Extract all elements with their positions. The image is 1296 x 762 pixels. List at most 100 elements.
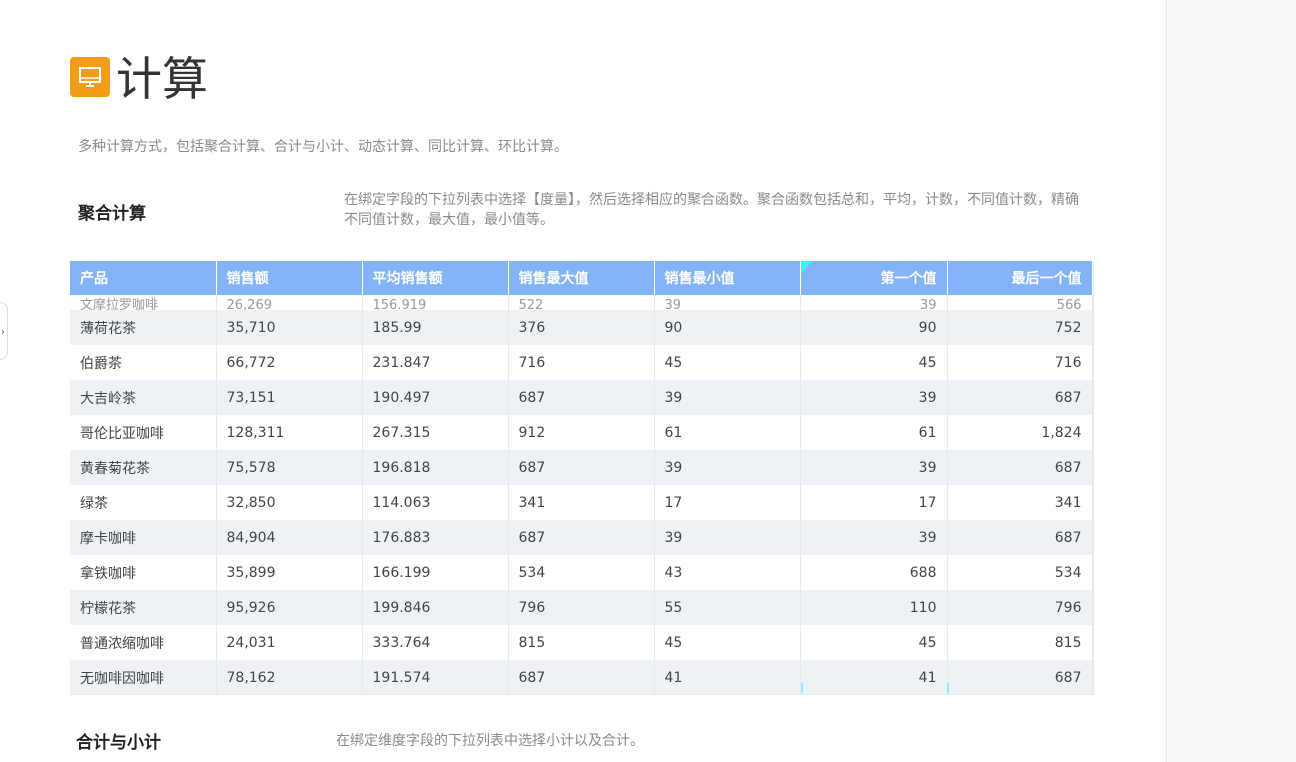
table-cell: 39 [800,520,948,555]
table-cell: 176.883 [362,520,509,555]
table-cell: 32,850 [216,485,363,520]
table-row[interactable]: 哥伦比亚咖啡 128,311 267.315 912 61 61 1,824 [70,415,1093,450]
table-cell: 拿铁咖啡 [70,555,217,590]
table-cell: 376 [508,310,655,345]
table-cell: 78,162 [216,660,363,694]
section-description-aggregation: 在绑定字段的下拉列表中选择【度量】，然后选择相应的聚合函数。聚合函数包括总和，平… [344,192,1079,228]
table-row[interactable]: 柠檬花茶 95,926 199.846 796 55 110 796 [70,590,1093,625]
table-cell: 185.99 [362,310,509,345]
table-cell: 687 [947,450,1093,485]
table-cell: 1,824 [947,415,1093,450]
table-cell: 566 [947,295,1093,310]
chevron-right-icon: › [0,324,6,338]
table-row[interactable]: 伯爵茶 66,772 231.847 716 45 45 716 [70,345,1093,380]
table-cell: 796 [508,590,655,625]
table-cell: 687 [947,660,1093,694]
table-cell: 341 [508,485,655,520]
table-cell: 17 [800,485,948,520]
selection-edge-marker [801,683,803,693]
table-cell: 687 [508,660,655,694]
column-header-last-value[interactable]: 最后一个值 [947,261,1093,295]
table-cell: 114.063 [362,485,509,520]
table-cell: 190.497 [362,380,509,415]
table-cell: 688 [800,555,948,590]
column-header-first-value-label: 第一个值 [880,271,937,287]
table-cell: 815 [508,625,655,660]
table-cell: 95,926 [216,590,363,625]
monitor-icon [70,57,110,97]
table-cell: 45 [654,625,801,660]
page-description: 多种计算方式，包括聚合计算、合计与小计、动态计算、同比计算、环比计算。 [78,139,568,155]
table-cell: 128,311 [216,415,363,450]
table-cell: 黄春菊花茶 [70,450,217,485]
table-cell: 26,269 [216,295,363,310]
column-header-sales[interactable]: 销售额 [216,261,363,295]
table-cell: 796 [947,590,1093,625]
table-row[interactable]: 黄春菊花茶 75,578 196.818 687 39 39 687 [70,450,1093,485]
column-header-max-sales[interactable]: 销售最大值 [508,261,655,295]
sidebar-toggle[interactable]: › [0,302,8,360]
table-cell: 687 [947,520,1093,555]
table-cell: 522 [508,295,655,310]
table-row[interactable]: 摩卡咖啡 84,904 176.883 687 39 39 687 [70,520,1093,555]
selection-corner-marker [800,261,813,273]
table-cell: 687 [508,520,655,555]
table-cell: 39 [654,520,801,555]
table-cell: 哥伦比亚咖啡 [70,415,217,450]
table-cell: 41 [654,660,801,694]
table-cell: 35,710 [216,310,363,345]
table-cell: 45 [800,625,948,660]
table-cell: 75,578 [216,450,363,485]
selection-edge-marker [947,683,949,693]
table-cell: 196.818 [362,450,509,485]
page-content: › 计算 多种计算方式，包括聚合计算、合计与小计、动态计算、同比计算、环比计算。… [0,0,1166,762]
section-description-totals: 在绑定维度字段的下拉列表中选择小计以及合计。 [336,733,644,749]
table-cell: 156.919 [362,295,509,310]
table-cell: 35,899 [216,555,363,590]
column-header-product[interactable]: 产品 [70,261,217,295]
table-cell: 687 [508,450,655,485]
table-cell: 17 [654,485,801,520]
table-row[interactable]: 文摩拉罗咖啡 26,269 156.919 522 39 39 566 [70,295,1093,310]
table-row[interactable]: 普通浓缩咖啡 24,031 333.764 815 45 45 815 [70,625,1093,660]
table-cell: 绿茶 [70,485,217,520]
table-cell: 39 [654,295,801,310]
table-cell: 341 [947,485,1093,520]
right-panel [1166,0,1296,762]
table-cell: 61 [800,415,948,450]
table-cell: 柠檬花茶 [70,590,217,625]
table-cell: 912 [508,415,655,450]
table-cell: 752 [947,310,1093,345]
table-cell: 无咖啡因咖啡 [70,660,217,694]
section-title-aggregation: 聚合计算 [78,204,146,224]
table-cell: 薄荷花茶 [70,310,217,345]
table-row[interactable]: 拿铁咖啡 35,899 166.199 534 43 688 534 [70,555,1093,590]
table-cell: 文摩拉罗咖啡 [70,295,217,310]
table-cell: 687 [508,380,655,415]
table-cell: 大吉岭茶 [70,380,217,415]
table-row[interactable]: 无咖啡因咖啡 78,162 191.574 687 41 41 687 [70,660,1093,694]
data-table[interactable]: 产品 销售额 平均销售额 销售最大值 销售最小值 第一个值 最后一个值 文摩拉罗… [70,261,1094,695]
table-header-row: 产品 销售额 平均销售额 销售最大值 销售最小值 第一个值 最后一个值 [70,261,1093,295]
table-cell: 普通浓缩咖啡 [70,625,217,660]
table-cell: 24,031 [216,625,363,660]
table-row[interactable]: 绿茶 32,850 114.063 341 17 17 341 [70,485,1093,520]
table-cell: 摩卡咖啡 [70,520,217,555]
column-header-min-sales[interactable]: 销售最小值 [654,261,801,295]
table-cell: 39 [800,450,948,485]
table-cell: 687 [947,380,1093,415]
table-cell: 伯爵茶 [70,345,217,380]
table-cell: 110 [800,590,948,625]
column-header-avg-sales[interactable]: 平均销售额 [362,261,509,295]
table-cell: 90 [800,310,948,345]
column-header-first-value[interactable]: 第一个值 [800,261,948,295]
table-cell: 191.574 [362,660,509,694]
table-cell: 534 [508,555,655,590]
table-cell: 84,904 [216,520,363,555]
table-cell: 90 [654,310,801,345]
table-row[interactable]: 大吉岭茶 73,151 190.497 687 39 39 687 [70,380,1093,415]
table-cell: 66,772 [216,345,363,380]
table-row[interactable]: 薄荷花茶 35,710 185.99 376 90 90 752 [70,310,1093,345]
table-cell: 45 [800,345,948,380]
table-cell: 716 [947,345,1093,380]
